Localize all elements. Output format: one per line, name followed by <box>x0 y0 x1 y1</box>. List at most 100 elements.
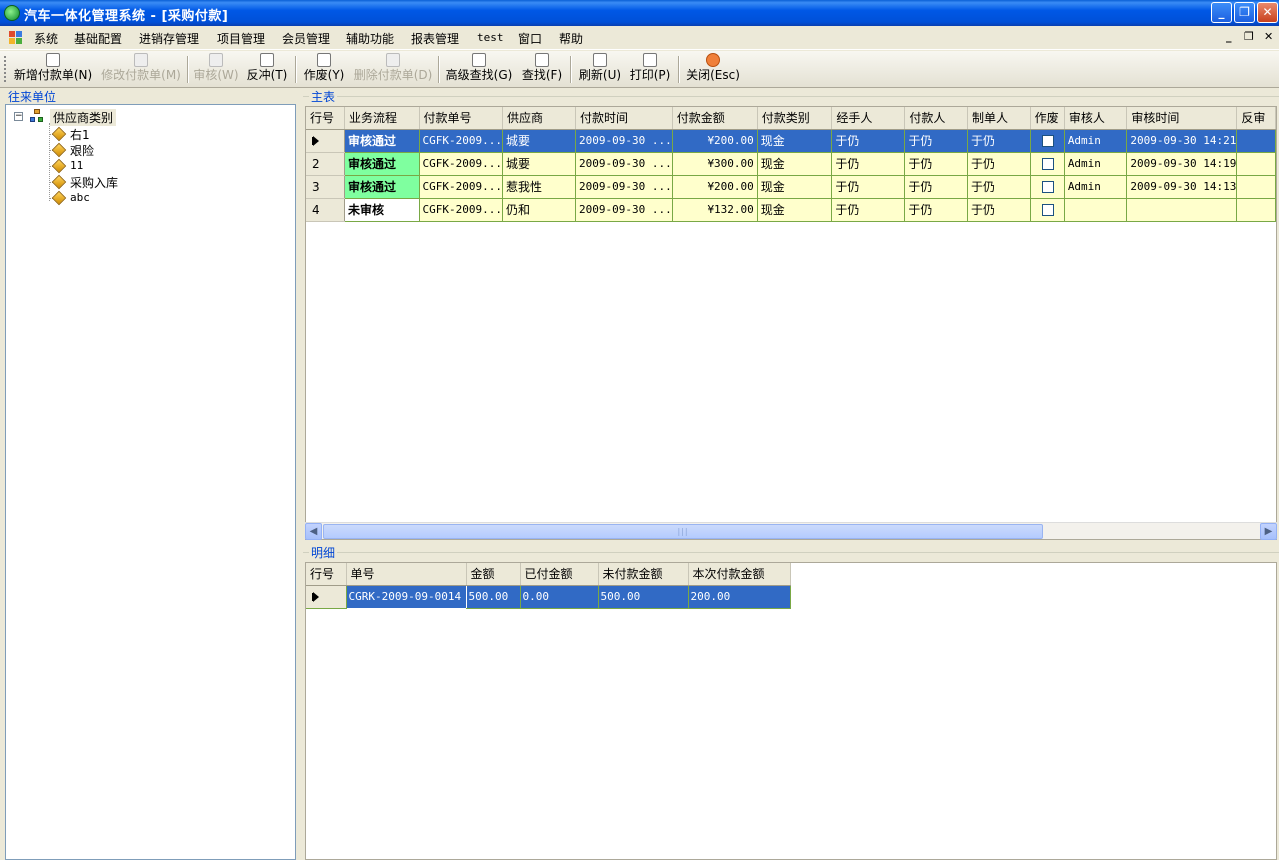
table-row[interactable]: 3 审核通过 CGFK-2009... 惹我性 2009-09-30 ... ¥… <box>306 175 1276 199</box>
category-cell[interactable]: 现金 <box>757 129 833 153</box>
void-cell[interactable] <box>1030 129 1065 153</box>
tree-node[interactable]: 采购入库 <box>44 174 144 190</box>
payment-no-cell[interactable]: CGFK-2009... <box>419 175 504 199</box>
category-cell[interactable]: 现金 <box>757 198 833 222</box>
col-header[interactable]: 未付款金额 <box>598 563 689 586</box>
reverse-cell[interactable] <box>1236 129 1276 153</box>
void-button[interactable]: 作废(Y) <box>301 53 347 85</box>
handler-cell[interactable]: 于仍 <box>831 198 906 222</box>
flow-cell[interactable]: 未审核 <box>344 198 420 222</box>
pay-time-cell[interactable]: 2009-09-30 ... <box>575 129 673 153</box>
void-checkbox[interactable] <box>1041 181 1054 193</box>
reverse-cell[interactable] <box>1236 198 1276 222</box>
auditor-cell[interactable]: Admin <box>1064 152 1128 176</box>
main-grid[interactable]: 行号 业务流程 付款单号 供应商 付款时间 付款金额 付款类别 经手人 付款人 … <box>305 106 1277 540</box>
col-header[interactable]: 供应商 <box>502 107 577 130</box>
amount-cell[interactable]: ¥200.00 <box>672 129 758 153</box>
row-number[interactable]: 2 <box>306 152 345 176</box>
tree-node[interactable]: 11 <box>44 158 144 174</box>
row-indicator[interactable] <box>306 585 347 609</box>
table-row[interactable]: 审核通过 CGFK-2009... 城要 2009-09-30 ... ¥200… <box>306 129 1276 153</box>
supplier-cell[interactable]: 仍和 <box>502 198 577 222</box>
payment-no-cell[interactable]: CGFK-2009... <box>419 129 504 153</box>
menu-project[interactable]: 项目管理 <box>217 30 265 47</box>
col-header[interactable]: 已付金额 <box>520 563 599 586</box>
amount-cell[interactable]: ¥132.00 <box>672 198 758 222</box>
auditor-cell[interactable] <box>1064 198 1128 222</box>
reverse-cell[interactable] <box>1236 175 1276 199</box>
menu-basic-config[interactable]: 基础配置 <box>74 30 122 47</box>
category-cell[interactable]: 现金 <box>757 175 833 199</box>
table-row[interactable]: 4 未审核 CGFK-2009... 仍和 2009-09-30 ... ¥13… <box>306 198 1276 222</box>
detail-grid[interactable]: 行号 单号 金额 已付金额 未付款金额 本次付款金额 CGRK-2009-09-… <box>305 562 1277 860</box>
partner-tree[interactable]: − 供应商类别 右1 艰险 11 采购入库 abc <box>5 104 296 860</box>
refresh-button[interactable]: 刷新(U) <box>577 53 623 85</box>
mdi-minimize-button[interactable]: _ <box>1226 30 1232 43</box>
col-header[interactable]: 付款金额 <box>672 107 758 130</box>
col-header[interactable]: 经手人 <box>831 107 906 130</box>
new-payment-button[interactable]: 新增付款单(N) <box>13 53 93 85</box>
void-checkbox[interactable] <box>1041 135 1054 147</box>
this-payment-cell[interactable]: 200.00 <box>688 585 791 609</box>
audit-time-cell[interactable]: 2009-09-30 14:13 <box>1126 175 1238 199</box>
menu-inventory[interactable]: 进销存管理 <box>139 30 199 47</box>
window-close-button[interactable]: ✕ <box>1257 2 1278 23</box>
menu-window[interactable]: 窗口 <box>518 30 542 47</box>
maker-cell[interactable]: 于仍 <box>967 175 1031 199</box>
pay-time-cell[interactable]: 2009-09-30 ... <box>575 175 673 199</box>
menu-auxiliary[interactable]: 辅助功能 <box>346 30 394 47</box>
tree-node[interactable]: abc <box>44 190 144 206</box>
payer-cell[interactable]: 于仍 <box>904 198 969 222</box>
col-header[interactable]: 制单人 <box>967 107 1031 130</box>
col-header[interactable]: 业务流程 <box>344 107 420 130</box>
col-header[interactable]: 付款单号 <box>419 107 504 130</box>
tree-node-root[interactable]: − 供应商类别 <box>14 109 124 126</box>
edit-payment-button[interactable]: 修改付款单(M) <box>100 53 182 85</box>
mdi-close-button[interactable]: ✕ <box>1264 30 1273 43</box>
col-header[interactable]: 金额 <box>466 563 521 586</box>
pay-time-cell[interactable]: 2009-09-30 ... <box>575 198 673 222</box>
mdi-restore-button[interactable]: ❐ <box>1244 30 1254 43</box>
reverse-button[interactable]: 反冲(T) <box>244 53 290 85</box>
auditor-cell[interactable]: Admin <box>1064 129 1128 153</box>
amount-cell[interactable]: ¥200.00 <box>672 175 758 199</box>
col-header[interactable]: 审核人 <box>1064 107 1128 130</box>
window-restore-button[interactable]: ❐ <box>1234 2 1255 23</box>
col-header[interactable]: 付款类别 <box>757 107 833 130</box>
mdi-window-icon[interactable] <box>9 31 23 45</box>
flow-cell[interactable]: 审核通过 <box>344 175 420 199</box>
table-row[interactable]: 2 审核通过 CGFK-2009... 城要 2009-09-30 ... ¥3… <box>306 152 1276 176</box>
col-header[interactable]: 行号 <box>306 107 345 130</box>
col-header[interactable]: 反审 <box>1236 107 1276 130</box>
collapse-icon[interactable]: − <box>14 112 23 121</box>
audit-time-cell[interactable] <box>1126 198 1238 222</box>
category-cell[interactable]: 现金 <box>757 152 833 176</box>
row-number[interactable]: 3 <box>306 175 345 199</box>
handler-cell[interactable]: 于仍 <box>831 129 906 153</box>
payment-no-cell[interactable]: CGFK-2009... <box>419 152 504 176</box>
void-cell[interactable] <box>1030 198 1065 222</box>
col-header[interactable]: 付款时间 <box>575 107 673 130</box>
maker-cell[interactable]: 于仍 <box>967 152 1031 176</box>
menu-member[interactable]: 会员管理 <box>282 30 330 47</box>
maker-cell[interactable]: 于仍 <box>967 198 1031 222</box>
void-cell[interactable] <box>1030 152 1065 176</box>
audit-time-cell[interactable]: 2009-09-30 14:19 <box>1126 152 1238 176</box>
row-indicator[interactable] <box>306 129 345 153</box>
print-button[interactable]: 打印(P) <box>627 53 673 85</box>
menu-test[interactable]: test <box>477 31 504 44</box>
flow-cell[interactable]: 审核通过 <box>344 129 420 153</box>
void-checkbox[interactable] <box>1041 158 1054 170</box>
supplier-cell[interactable]: 惹我性 <box>502 175 577 199</box>
handler-cell[interactable]: 于仍 <box>831 152 906 176</box>
unpaid-cell[interactable]: 500.00 <box>598 585 689 609</box>
paid-cell[interactable]: 0.00 <box>520 585 599 609</box>
menu-system[interactable]: 系统 <box>34 30 58 47</box>
order-no-cell[interactable]: CGRK-2009-09-0014 <box>345 584 467 609</box>
reverse-cell[interactable] <box>1236 152 1276 176</box>
approve-button[interactable]: 审核(W) <box>193 53 239 85</box>
col-header[interactable]: 本次付款金额 <box>688 563 791 586</box>
advanced-search-button[interactable]: 高级查找(G) <box>445 53 513 85</box>
amount-cell[interactable]: 500.00 <box>466 585 521 609</box>
menu-reports[interactable]: 报表管理 <box>411 30 459 47</box>
